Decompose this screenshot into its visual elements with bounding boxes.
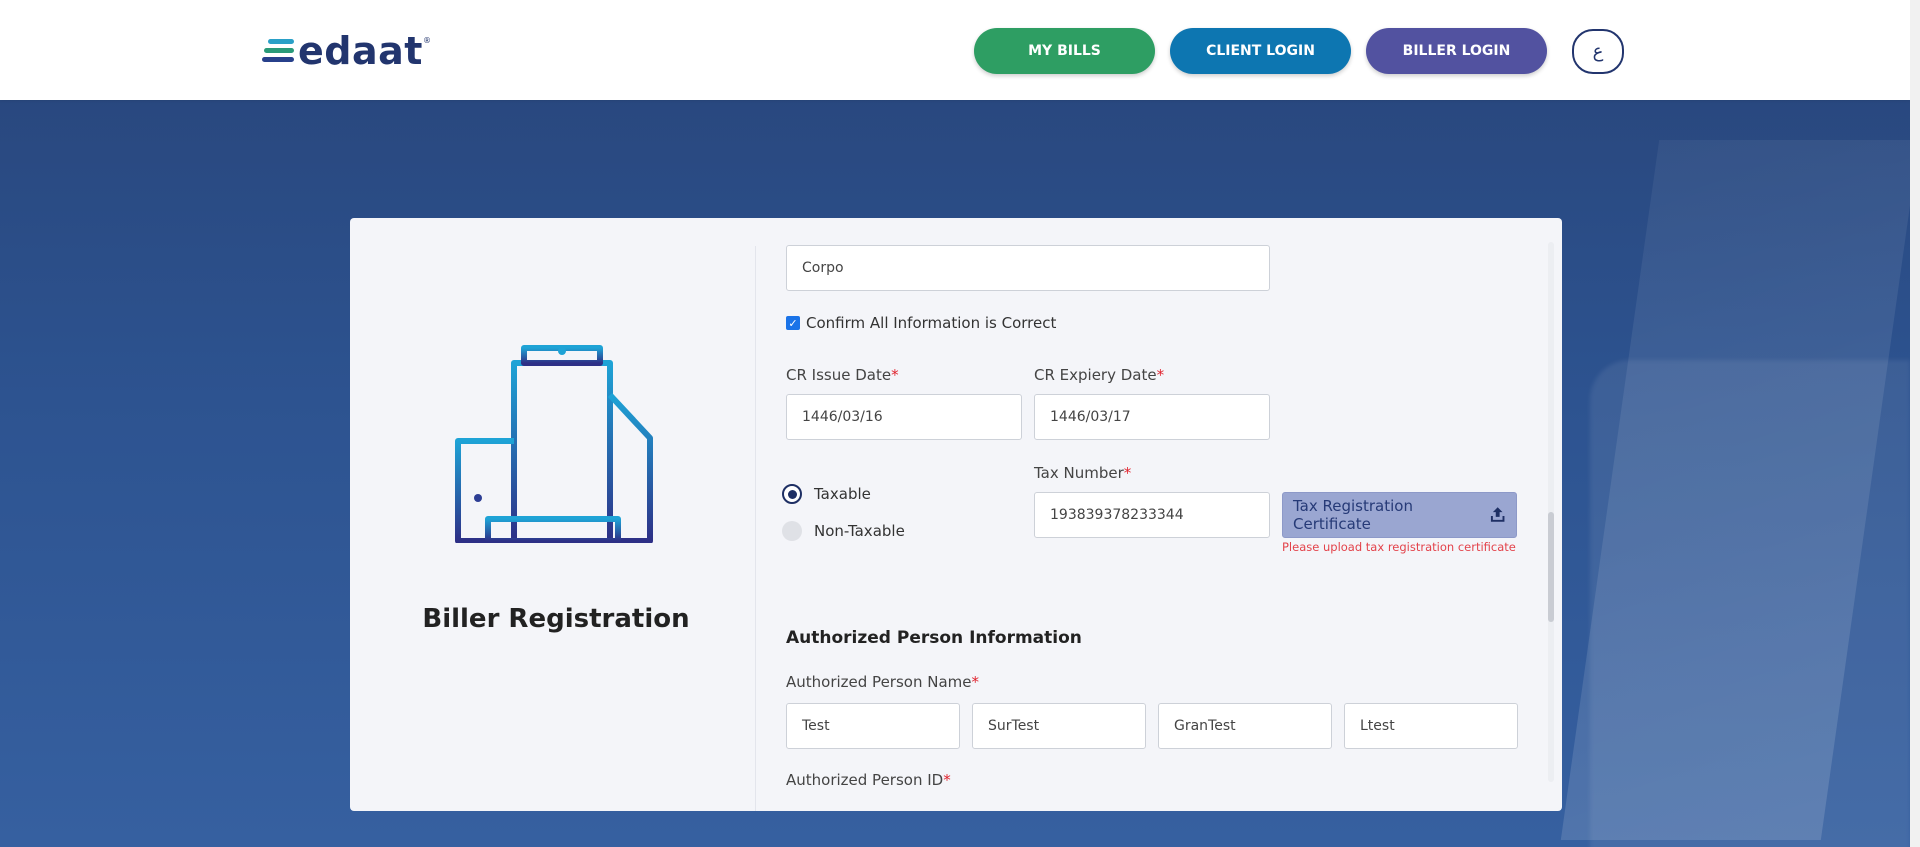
- tax-certificate-label: Tax Registration Certificate: [1293, 497, 1413, 533]
- logo-lines-icon: [262, 37, 294, 65]
- radio-unselected-icon[interactable]: [782, 521, 802, 541]
- client-login-button[interactable]: CLIENT LOGIN: [1170, 28, 1351, 74]
- radio-selected-icon[interactable]: [782, 484, 802, 504]
- form-scrollbar-thumb[interactable]: [1548, 512, 1554, 622]
- cr-issue-date-label: CR Issue Date*: [786, 366, 899, 384]
- registration-card: Biller Registration Corpo ✓ Confirm All …: [350, 218, 1562, 811]
- top-header: edaat ® MY BILLS CLIENT LOGIN BILLER LOG…: [0, 0, 1910, 100]
- authorized-section-title: Authorized Person Information: [786, 628, 1082, 648]
- biller-login-button[interactable]: BILLER LOGIN: [1366, 28, 1547, 74]
- tax-number-input[interactable]: 193839378233344: [1034, 492, 1270, 538]
- cr-expiry-date-input[interactable]: 1446/03/17: [1034, 394, 1270, 440]
- authorized-id-label: Authorized Person ID*: [786, 771, 951, 789]
- registration-form: Corpo ✓ Confirm All Information is Corre…: [782, 218, 1526, 811]
- logo-trademark: ®: [422, 36, 431, 45]
- cr-issue-date-input[interactable]: 1446/03/16: [786, 394, 1022, 440]
- company-type-field[interactable]: Corpo: [786, 245, 1270, 291]
- radio-taxable-label: Taxable: [814, 485, 871, 503]
- authorized-grandname-input[interactable]: GranTest: [1158, 703, 1332, 749]
- cr-expiry-date-label: CR Expiery Date*: [1034, 366, 1165, 384]
- tax-certificate-upload-button[interactable]: Tax Registration Certificate: [1282, 492, 1517, 538]
- logo-text: edaat: [298, 29, 423, 73]
- card-divider: [755, 246, 756, 811]
- language-toggle-button[interactable]: ع: [1572, 29, 1624, 74]
- form-scrollbar[interactable]: [1548, 242, 1554, 782]
- radio-non-taxable[interactable]: Non-Taxable: [782, 521, 905, 541]
- confirm-info-row[interactable]: ✓ Confirm All Information is Correct: [786, 314, 1056, 332]
- building-icon: [455, 345, 653, 543]
- tax-certificate-error: Please upload tax registration certifica…: [1282, 540, 1516, 554]
- authorized-first-name-input[interactable]: Test: [786, 703, 960, 749]
- confirm-info-checkbox[interactable]: ✓: [786, 316, 800, 330]
- radio-taxable[interactable]: Taxable: [782, 484, 871, 504]
- authorized-surname-input[interactable]: SurTest: [972, 703, 1146, 749]
- upload-icon: [1490, 507, 1505, 522]
- page-scrollbar[interactable]: [1910, 0, 1920, 847]
- confirm-info-label: Confirm All Information is Correct: [806, 314, 1057, 332]
- authorized-name-label: Authorized Person Name*: [786, 673, 979, 691]
- page-title: Biller Registration: [422, 604, 690, 634]
- tax-number-label: Tax Number*: [1034, 464, 1132, 482]
- authorized-lastname-input[interactable]: Ltest: [1344, 703, 1518, 749]
- edaat-logo[interactable]: edaat ®: [262, 30, 431, 72]
- radio-non-taxable-label: Non-Taxable: [814, 522, 905, 540]
- my-bills-button[interactable]: MY BILLS: [974, 28, 1155, 74]
